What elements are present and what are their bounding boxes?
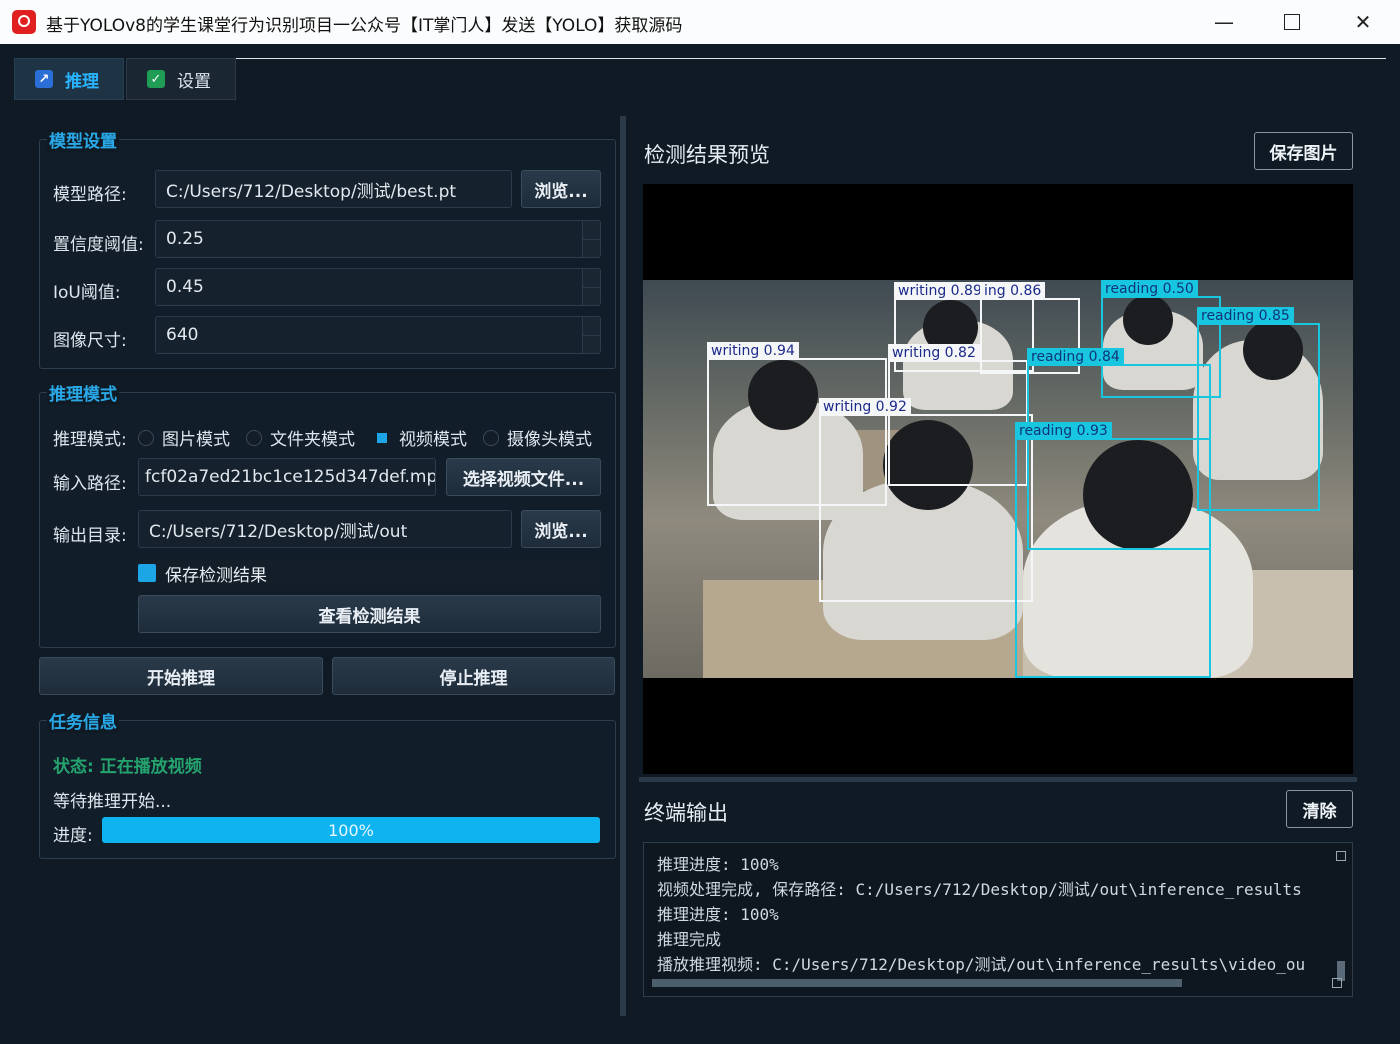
close-icon: ✕ bbox=[1354, 10, 1372, 34]
scroll-up-icon[interactable] bbox=[1336, 851, 1346, 861]
stop-inference-button[interactable]: 停止推理 bbox=[332, 657, 615, 695]
checkbox-checked-icon bbox=[138, 564, 156, 582]
task-message: 等待推理开始... bbox=[53, 792, 172, 812]
confidence-spinbox[interactable]: 0.25 bbox=[155, 220, 601, 258]
radio-selected-indicator bbox=[377, 432, 387, 443]
terminal-line: 视频处理完成, 保存路径: C:/Users/712/Desktop/测试/ou… bbox=[657, 880, 1302, 899]
save-image-button[interactable]: 保存图片 bbox=[1254, 132, 1353, 170]
progress-bar: 100% bbox=[102, 817, 600, 843]
horizontal-scrollbar[interactable] bbox=[652, 978, 1342, 988]
detection-label: writing 0.82 bbox=[888, 344, 980, 362]
detection-label: reading 0.84 bbox=[1027, 348, 1124, 366]
radio-video-mode[interactable]: 视频模式 bbox=[374, 425, 467, 450]
detection-box: reading 0.93 bbox=[1015, 422, 1211, 678]
save-results-checkbox[interactable]: 保存检测结果 bbox=[138, 560, 600, 586]
task-info-title: 任务信息 bbox=[47, 708, 119, 733]
progress-text: 100% bbox=[328, 820, 374, 840]
iou-stepper[interactable] bbox=[582, 269, 600, 305]
select-video-button[interactable]: 选择视频文件... bbox=[446, 458, 601, 496]
radio-indicator bbox=[483, 429, 499, 446]
detection-label: reading 0.85 bbox=[1197, 307, 1294, 325]
progress-label: 进度: bbox=[53, 826, 93, 846]
tab-settings[interactable]: ✓ 设置 bbox=[126, 58, 236, 100]
start-inference-button[interactable]: 开始推理 bbox=[39, 657, 323, 695]
output-dir-field[interactable]: C:/Users/712/Desktop/测试/out bbox=[138, 510, 512, 548]
detection-label: writing 0.89 bbox=[894, 282, 986, 300]
confidence-value: 0.25 bbox=[166, 229, 204, 249]
radio-camera-mode[interactable]: 摄像头模式 bbox=[483, 425, 592, 450]
scroll-thumb[interactable] bbox=[652, 979, 1182, 987]
tab-settings-label: 设置 bbox=[177, 71, 211, 92]
radio-folder-mode[interactable]: 文件夹模式 bbox=[246, 425, 355, 450]
radio-label: 视频模式 bbox=[399, 430, 467, 450]
input-path-field[interactable]: fcf02a7ed21bc1ce125d347def.mp4 bbox=[138, 458, 436, 496]
view-results-button[interactable]: 查看检测结果 bbox=[138, 595, 601, 633]
radio-indicator bbox=[246, 429, 262, 446]
chart-icon: ↗ bbox=[35, 70, 53, 88]
iou-value: 0.45 bbox=[166, 277, 204, 297]
detection-label: reading 0.93 bbox=[1015, 422, 1112, 440]
imgsz-value: 640 bbox=[166, 325, 199, 345]
detection-label: reading 0.50 bbox=[1101, 280, 1198, 298]
minimize-icon: — bbox=[1214, 10, 1234, 34]
detection-box: writing 0.92 bbox=[819, 398, 1033, 602]
app-logo-icon bbox=[12, 10, 36, 34]
iou-spinbox[interactable]: 0.45 bbox=[155, 268, 601, 306]
model-browse-button[interactable]: 浏览... bbox=[521, 170, 601, 208]
title-bar: 基于YOLOv8的学生课堂行为识别项目一公众号【IT掌门人】发送【YOLO】获取… bbox=[0, 0, 1400, 44]
detection-box: reading 0.85 bbox=[1197, 307, 1320, 511]
terminal-line: 推理进度: 100% bbox=[657, 855, 779, 874]
output-dir-label: 输出目录: bbox=[53, 526, 127, 546]
input-path-label: 输入路径: bbox=[53, 474, 127, 494]
confidence-stepper[interactable] bbox=[582, 221, 600, 257]
panel-splitter[interactable] bbox=[620, 116, 626, 1016]
detection-label: writing 0.92 bbox=[819, 398, 911, 416]
vertical-scrollbar[interactable] bbox=[1336, 851, 1346, 981]
imgsz-stepper[interactable] bbox=[582, 317, 600, 353]
preview-area: writing 0.94 writing 0.89 ing 0.86 writi… bbox=[643, 184, 1353, 774]
radio-label: 图片模式 bbox=[162, 430, 230, 450]
tab-divider bbox=[236, 58, 1386, 59]
radio-label: 文件夹模式 bbox=[270, 430, 355, 450]
inference-mode-title: 推理模式 bbox=[47, 380, 119, 405]
imgsz-label: 图像尺寸: bbox=[53, 331, 127, 351]
terminal-line: 推理进度: 100% bbox=[657, 905, 779, 924]
terminal-title: 终端输出 bbox=[644, 801, 728, 825]
mode-label: 推理模式: bbox=[53, 430, 127, 450]
scroll-right-icon[interactable] bbox=[1332, 978, 1342, 988]
radio-image-mode[interactable]: 图片模式 bbox=[138, 425, 230, 450]
preview-title: 检测结果预览 bbox=[644, 143, 770, 167]
maximize-button[interactable] bbox=[1259, 0, 1325, 44]
model-settings-title: 模型设置 bbox=[47, 127, 119, 152]
iou-label: IoU阈值: bbox=[53, 283, 121, 303]
maximize-icon bbox=[1284, 14, 1300, 30]
model-path-input[interactable]: C:/Users/712/Desktop/测试/best.pt bbox=[155, 170, 512, 208]
confidence-label: 置信度阈值: bbox=[53, 235, 144, 255]
tab-inference[interactable]: ↗ 推理 bbox=[14, 58, 124, 100]
model-path-label: 模型路径: bbox=[53, 185, 127, 205]
terminal-line: 推理完成 bbox=[657, 930, 722, 949]
close-button[interactable]: ✕ bbox=[1330, 0, 1396, 44]
tab-inference-label: 推理 bbox=[65, 71, 99, 92]
detection-label: writing 0.94 bbox=[707, 342, 799, 360]
window-title: 基于YOLOv8的学生课堂行为识别项目一公众号【IT掌门人】发送【YOLO】获取… bbox=[46, 16, 683, 36]
radio-indicator bbox=[138, 429, 154, 446]
status-text: 状态: 正在播放视频 bbox=[53, 757, 202, 777]
terminal-output[interactable]: 推理进度: 100% 视频处理完成, 保存路径: C:/Users/712/De… bbox=[643, 842, 1353, 997]
clear-button[interactable]: 清除 bbox=[1286, 790, 1353, 828]
imgsz-spinbox[interactable]: 640 bbox=[155, 316, 601, 354]
checkmark-icon: ✓ bbox=[147, 70, 165, 88]
radio-label: 摄像头模式 bbox=[507, 430, 592, 450]
video-frame: writing 0.94 writing 0.89 ing 0.86 writi… bbox=[643, 280, 1353, 678]
preview-terminal-splitter[interactable] bbox=[639, 777, 1357, 782]
terminal-line: 播放推理视频: C:/Users/712/Desktop/测试/out\infe… bbox=[657, 955, 1306, 974]
save-results-label: 保存检测结果 bbox=[165, 565, 267, 586]
output-browse-button[interactable]: 浏览... bbox=[521, 510, 601, 548]
minimize-button[interactable]: — bbox=[1191, 0, 1257, 44]
detection-label: ing 0.86 bbox=[980, 282, 1046, 300]
